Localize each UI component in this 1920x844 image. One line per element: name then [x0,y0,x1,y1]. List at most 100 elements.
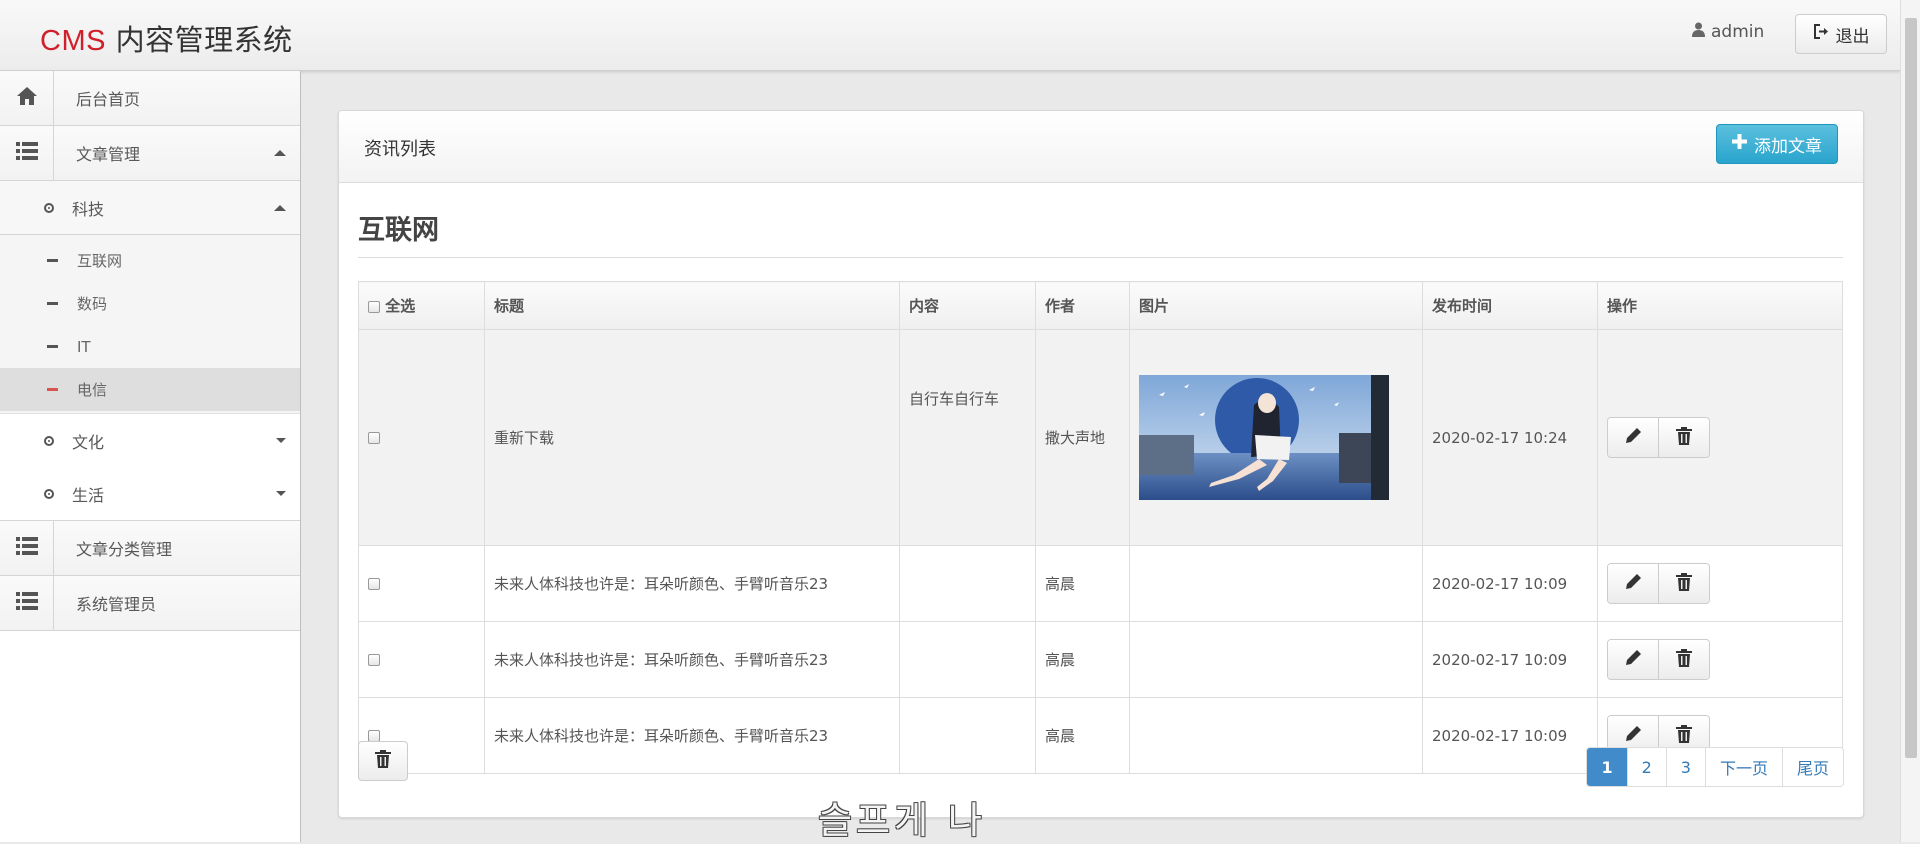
list-icon [15,592,38,614]
logout-button[interactable]: 退出 [1795,14,1887,54]
scrollbar-thumb[interactable] [1905,18,1917,758]
sidebar-item-digital[interactable]: 数码 [0,282,300,325]
logout-label: 退出 [1835,26,1870,47]
delete-button[interactable] [1658,418,1709,457]
caret-up-icon [274,204,286,211]
panel-header: 资讯列表 添加文章 [339,111,1863,183]
sidebar-item-label: 文章管理 [76,145,141,164]
row-content [899,697,1036,774]
sidebar-item-label: 数码 [77,295,108,313]
sidebar-item-home[interactable]: 后台首页 [0,71,300,126]
row-published: 2020-02-17 10:24 [1422,329,1598,546]
trash-icon [1676,648,1692,671]
page-3-link[interactable]: 3 [1665,748,1705,786]
row-image [1129,545,1423,622]
radio-circle-icon [44,435,54,446]
edit-button[interactable] [1608,418,1658,457]
sidebar-item-life[interactable]: 生活 [0,467,300,521]
sidebar-item-label: 电信 [77,381,108,399]
add-article-button[interactable]: 添加文章 [1716,124,1838,164]
row-actions [1607,563,1710,604]
column-header-author: 作者 [1035,281,1130,330]
trash-icon [1676,426,1692,449]
select-all-header: 全选 [358,281,485,330]
row-title: 未来人体科技也许是：耳朵听颜色、手臂听音乐23 [484,545,900,622]
category-title: 互联网 [358,208,1843,258]
article-list-panel: 资讯列表 添加文章 互联网 全选 标题 内容 作者 图片 发布时间 操作 重新下… [338,110,1864,818]
home-icon [16,86,38,110]
pencil-icon [1625,649,1642,670]
pencil-icon [1625,427,1642,448]
sidebar-item-label: 文章分类管理 [76,540,173,559]
delete-button[interactable] [1658,640,1709,679]
row-published: 2020-02-17 10:09 [1422,697,1598,774]
row-checkbox[interactable] [368,578,380,590]
row-author: 高晨 [1035,697,1130,774]
row-checkbox[interactable] [368,654,380,666]
row-content [899,545,1036,622]
row-actions [1607,417,1710,458]
next-page-link[interactable]: 下一页 [1704,748,1782,786]
row-title: 未来人体科技也许是：耳朵听颜色、手臂听音乐23 [484,621,900,698]
overlay-caption: 슬프게 나 [818,799,986,842]
sidebar-item-label: 系统管理员 [76,595,157,614]
current-user[interactable]: admin [1692,22,1764,42]
table-row: 重新下载 自行车自行车 撒大声地 2020-02-17 10:24 [358,329,1843,546]
sidebar-item-label: 科技 [72,199,105,219]
sidebar-item-article-management[interactable]: 文章管理 [0,126,300,181]
article-table: 全选 标题 内容 作者 图片 发布时间 操作 重新下载 自行车自行车 撒大声地 [358,281,1843,774]
row-published: 2020-02-17 10:09 [1422,621,1598,698]
sidebar-item-it[interactable]: IT [0,325,300,368]
row-actions [1607,639,1710,680]
sidebar-item-label: 生活 [72,485,105,505]
delete-button[interactable] [1658,564,1709,603]
page-2-link[interactable]: 2 [1626,748,1666,786]
column-header-published: 发布时间 [1422,281,1598,330]
row-published: 2020-02-17 10:09 [1422,545,1598,622]
bulk-delete-button[interactable] [358,741,408,781]
page-1-link[interactable]: 1 [1587,748,1627,786]
sidebar-item-label: 文化 [72,432,105,452]
logo-brand: CMS [40,25,106,57]
sidebar-item-category-management[interactable]: 文章分类管理 [0,521,300,576]
edit-button[interactable] [1608,640,1658,679]
column-header-content: 内容 [899,281,1036,330]
add-article-label: 添加文章 [1754,136,1822,157]
row-title: 未来人体科技也许是：耳朵听颜色、手臂听音乐23 [484,697,900,774]
radio-circle-icon [44,488,54,499]
sidebar: 后台首页 文章管理 科技 互联网 数码 IT 电信 文化 生活 文章分类管理 系… [0,71,301,842]
row-author: 高晨 [1035,545,1130,622]
table-header-row: 全选 标题 内容 作者 图片 发布时间 操作 [358,281,1843,330]
column-header-title: 标题 [484,281,900,330]
trash-icon [1676,724,1692,747]
trash-icon [375,750,391,772]
last-page-link[interactable]: 尾页 [1781,748,1843,786]
pagination: 1 2 3 下一页 尾页 [1586,747,1844,787]
article-thumbnail-image [1139,375,1389,500]
caret-down-icon [276,490,286,496]
caret-down-icon [276,437,286,443]
sidebar-item-admin-management[interactable]: 系统管理员 [0,576,300,631]
logo-system-name: 内容管理系统 [115,23,293,57]
sidebar-item-tech[interactable]: 科技 [0,181,300,235]
dash-icon [47,345,58,348]
sidebar-item-internet[interactable]: 互联网 [0,239,300,282]
panel-title: 资讯列表 [364,139,436,160]
row-checkbox[interactable] [368,432,380,444]
user-icon [1692,22,1705,42]
sidebar-item-label: 后台首页 [76,90,141,109]
sidebar-item-culture[interactable]: 文化 [0,414,300,467]
row-image [1129,697,1423,774]
select-all-checkbox[interactable] [368,300,380,313]
row-image [1129,621,1423,698]
row-author: 高晨 [1035,621,1130,698]
trash-icon [1676,572,1692,595]
row-title: 重新下载 [484,329,900,546]
table-row: 未来人体科技也许是：耳朵听颜色、手臂听音乐23 高晨 2020-02-17 10… [358,621,1843,698]
edit-button[interactable] [1608,564,1658,603]
app-logo: CMS 内容管理系统 [40,17,293,59]
sidebar-item-telecom[interactable]: 电信 [0,368,300,411]
sidebar-item-label: IT [77,337,91,356]
sidebar-item-label: 互联网 [77,252,123,270]
page-scrollbar[interactable] [1900,0,1920,842]
